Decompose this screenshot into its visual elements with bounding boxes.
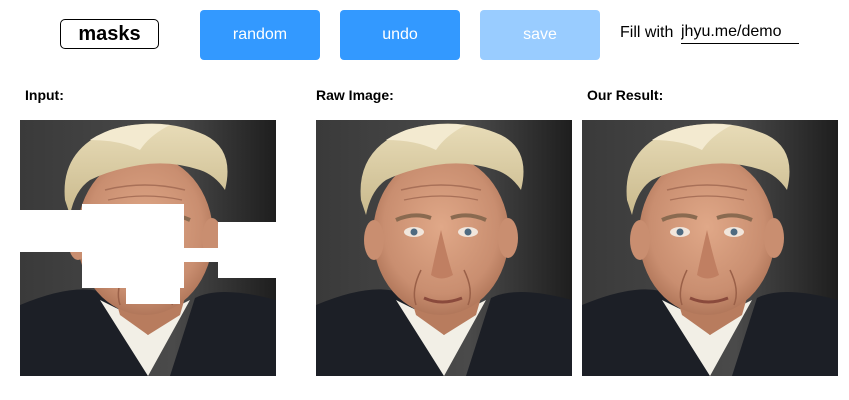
input-label: Input: (25, 87, 64, 103)
fill-url-input[interactable]: jhyu.me/demo (681, 22, 799, 44)
fill-label: Fill with (620, 24, 674, 41)
mask-rect[interactable] (82, 204, 184, 288)
save-button[interactable]: save (480, 10, 600, 60)
random-button[interactable]: random (200, 10, 320, 60)
our-result-label: Our Result: (587, 87, 664, 103)
mask-rect[interactable] (126, 288, 180, 304)
mask-rect[interactable] (184, 248, 218, 262)
mask-rect[interactable] (20, 210, 82, 252)
undo-button[interactable]: undo (340, 10, 460, 60)
result-image (582, 120, 838, 376)
raw-image (316, 120, 572, 376)
mask-rect[interactable] (218, 222, 276, 278)
raw-image-label: Raw Image: (316, 87, 394, 103)
face-image (316, 120, 572, 376)
input-image[interactable] (20, 120, 276, 376)
face-image (582, 120, 838, 376)
masks-button[interactable]: masks (60, 19, 159, 49)
